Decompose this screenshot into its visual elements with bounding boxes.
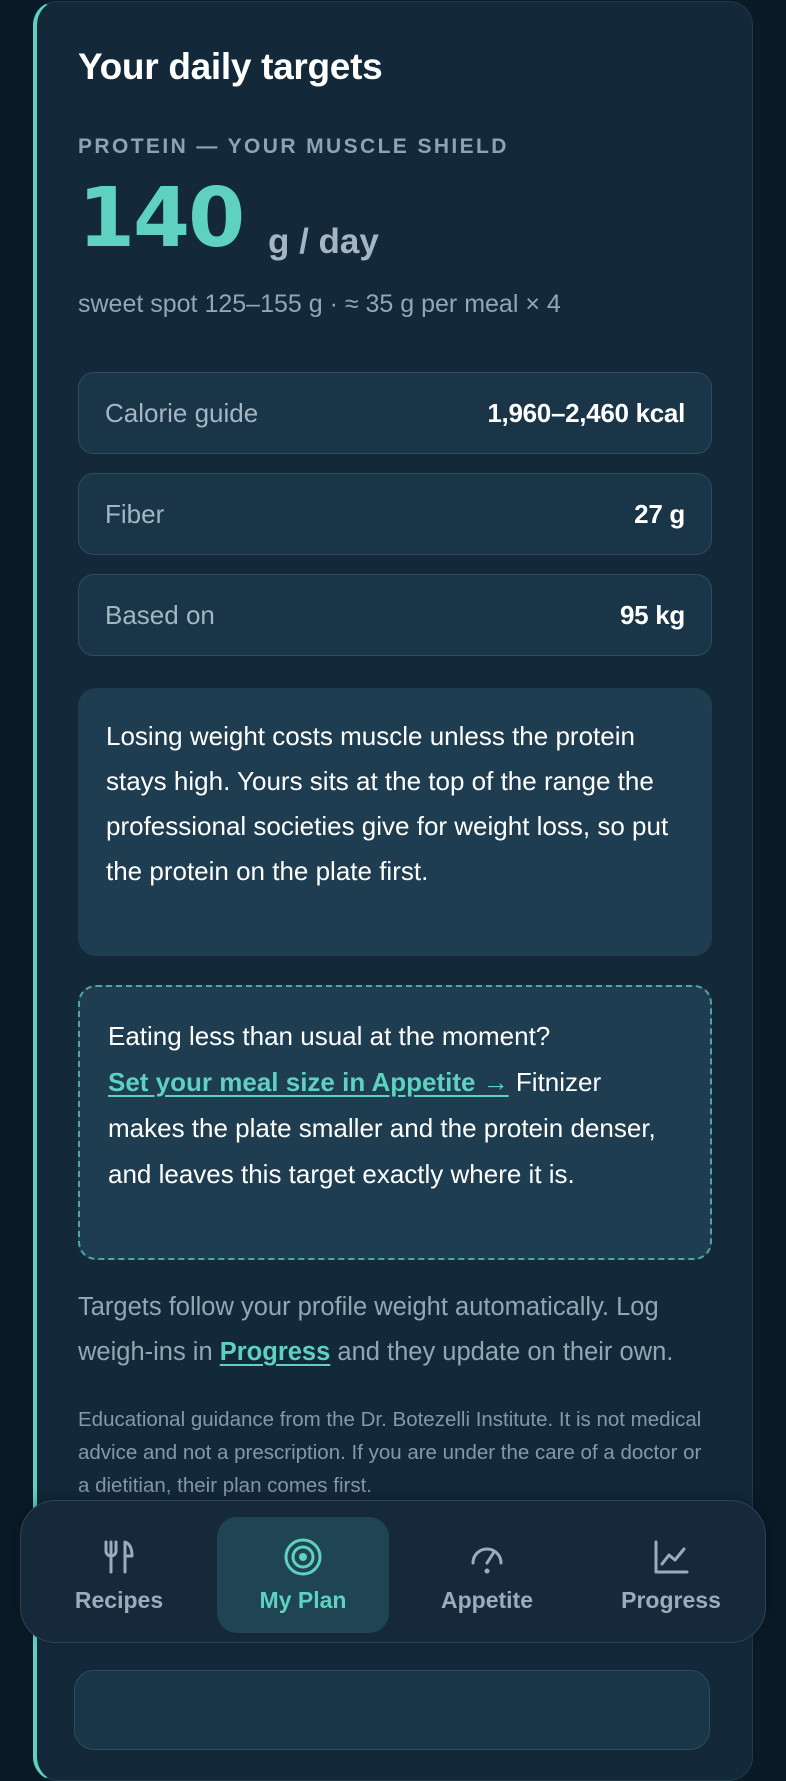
nav-label: Progress — [621, 1587, 721, 1613]
nav-label: Appetite — [441, 1587, 533, 1613]
progress-link[interactable]: Progress — [220, 1338, 331, 1366]
stat-label: Calorie guide — [105, 397, 259, 428]
bottom-nav: Recipes My Plan Appetite Progress — [20, 1500, 766, 1643]
nav-item-progress[interactable]: Progress — [585, 1517, 757, 1633]
follow-text: Targets follow your profile weight autom… — [78, 1285, 728, 1375]
follow-after: and they update on their own. — [330, 1338, 674, 1366]
appetite-link[interactable]: Set your meal size in Appetite → — [108, 1067, 509, 1097]
nav-label: Recipes — [74, 1587, 164, 1613]
target-icon — [284, 1538, 322, 1576]
fork-knife-icon — [104, 1540, 134, 1574]
page-title: Your daily targets — [78, 46, 383, 87]
appetite-callout: Eating less than usual at the moment? Se… — [78, 985, 712, 1260]
chart-line-icon — [654, 1540, 689, 1574]
disclaimer-text: Educational guidance from the Dr. Boteze… — [78, 1408, 702, 1497]
stat-label: Fiber — [105, 498, 165, 529]
stat-value: 1,960–2,460 kcal — [487, 397, 685, 428]
nav-label: My Plan — [259, 1587, 347, 1613]
nav-item-recipes[interactable]: Recipes — [33, 1517, 205, 1633]
sweet-spot-text: sweet spot 125–155 g · ≈ 35 g per meal ×… — [78, 290, 561, 318]
appetite-lead: Eating less than usual at the moment? — [108, 1021, 551, 1051]
stat-value: 27 g — [634, 498, 685, 529]
next-card — [74, 1670, 710, 1750]
nav-item-my-plan[interactable]: My Plan — [217, 1517, 389, 1633]
protein-unit: g / day — [268, 222, 379, 261]
stat-value: 95 kg — [620, 599, 685, 630]
stat-row-fiber: Fiber 27 g — [78, 473, 712, 555]
gauge-icon — [471, 1547, 503, 1574]
explanation-box: Losing weight costs muscle unless the pr… — [78, 688, 712, 956]
nav-item-appetite[interactable]: Appetite — [401, 1517, 573, 1633]
protein-value: 140 — [78, 171, 245, 266]
stat-label: Based on — [105, 599, 215, 630]
protein-eyebrow: PROTEIN — YOUR MUSCLE SHIELD — [78, 135, 509, 158]
stat-row-based-on: Based on 95 kg — [78, 574, 712, 656]
stat-row-calorie: Calorie guide 1,960–2,460 kcal — [78, 372, 712, 454]
